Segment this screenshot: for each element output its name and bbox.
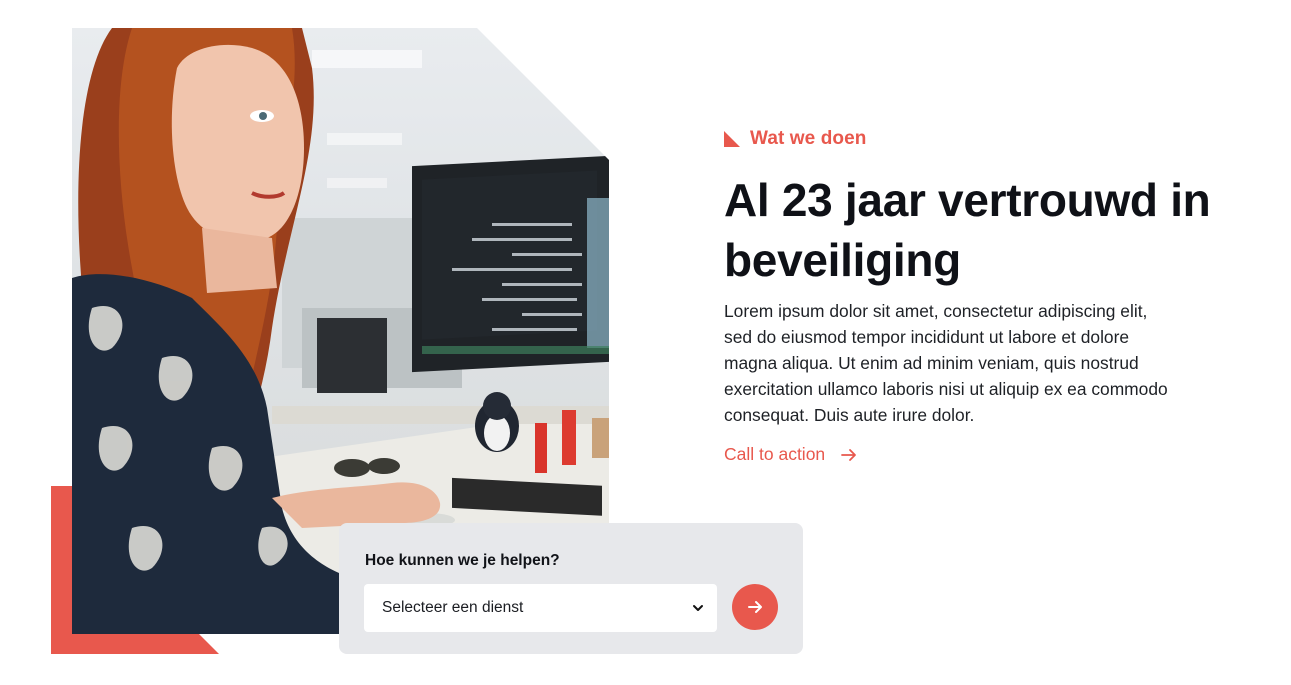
- help-title: Hoe kunnen we je helpen?: [365, 552, 560, 569]
- call-to-action-label: Call to action: [724, 444, 826, 464]
- triangle-corner-icon: [724, 131, 740, 147]
- service-select[interactable]: Selecteer een dienst: [364, 584, 717, 632]
- section-eyebrow: Wat we doen: [724, 128, 867, 150]
- help-panel: Hoe kunnen we je helpen? Selecteer een d…: [339, 523, 803, 654]
- eyebrow-label: Wat we doen: [750, 128, 867, 149]
- page: Wat we doen Al 23 jaar vertrouwd in beve…: [0, 0, 1291, 685]
- call-to-action-link[interactable]: Call to action: [724, 444, 859, 465]
- arrow-right-icon: [841, 448, 857, 461]
- intro-paragraph: Lorem ipsum dolor sit amet, consectetur …: [724, 301, 1168, 425]
- submit-button[interactable]: [732, 584, 778, 630]
- chevron-down-icon: [693, 605, 703, 611]
- arrow-right-icon: [748, 601, 762, 613]
- page-title: Al 23 jaar vertrouwd in beveiliging: [724, 174, 1211, 286]
- service-select-value: Selecteer een dienst: [382, 599, 524, 616]
